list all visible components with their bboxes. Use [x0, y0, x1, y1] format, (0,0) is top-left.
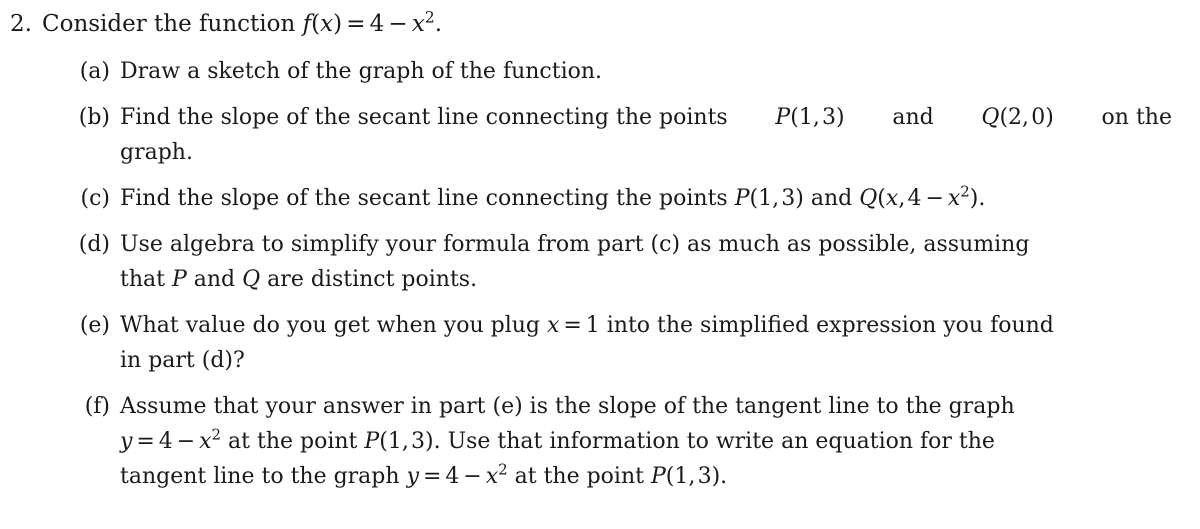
- subpart-c: (c) Find the slope of the secant line co…: [0, 181, 1200, 216]
- subpart-f-text-1: at the point: [221, 429, 365, 454]
- subpart-c-text-3: .: [978, 186, 986, 211]
- problem-stem-math: f(x) = 4− x2: [302, 7, 435, 37]
- subpart-a: (a) Draw a sketch of the graph of the fu…: [0, 54, 1200, 89]
- subpart-a-body: Draw a sketch of the graph of the functi…: [120, 54, 1172, 89]
- subpart-c-text-1: Find the slope of the secant line connec…: [120, 186, 735, 211]
- problem-stem-prefix: Consider the function: [42, 11, 303, 37]
- subpart-d-text-3: are distinct points.: [260, 267, 478, 292]
- subpart-f-text-3: tangent line to the graph: [120, 464, 407, 489]
- subpart-e-text-2: into the simplified expression you found: [599, 313, 1054, 338]
- subpart-f-line-3: tangent line to the graph y = 4− x2 at the …: [120, 459, 1172, 494]
- problem-2: 2. Consider the function f(x) = 4− x2.: [0, 0, 1200, 40]
- subpart-d-text-2: and: [186, 267, 243, 292]
- subpart-c-label: (c): [80, 186, 111, 211]
- subpart-d-text-1: that: [120, 267, 172, 292]
- subpart-c-math-P: P(1,3): [734, 186, 804, 211]
- subpart-b-body: Find the slope of the secant line connec…: [120, 100, 1172, 170]
- subpart-d-math-Q: Q: [242, 267, 261, 292]
- subpart-e-math-x: x = 1: [546, 313, 600, 338]
- subpart-c-text-2: and: [803, 186, 860, 211]
- subpart-e: (e) What value do you get when you plug …: [0, 308, 1200, 378]
- problem-stem-suffix: .: [434, 11, 443, 37]
- subpart-b-math-Q: Q(2,0): [981, 105, 1054, 130]
- subpart-f: (f) Assume that your answer in part (e) …: [0, 389, 1200, 494]
- subpart-a-label: (a): [79, 59, 110, 84]
- subpart-b-text-1: Find the slope of the secant line connec…: [120, 105, 735, 130]
- problem-number: 2.: [10, 11, 32, 37]
- subpart-f-body: Assume that your answer in part (e) is t…: [120, 389, 1172, 494]
- subpart-d-line-2: that P and Q are distinct points.: [120, 262, 1172, 297]
- subpart-list: (a) Draw a sketch of the graph of the fu…: [0, 54, 1200, 494]
- subpart-b-line-1: Find the slope of the secant line connec…: [120, 100, 1172, 135]
- subpart-d-math-P: P: [171, 267, 187, 292]
- subpart-f-label: (f): [84, 394, 110, 419]
- subpart-c-line-1: Find the slope of the secant line connec…: [120, 181, 1172, 216]
- subpart-b-math-P: P(1,3): [775, 105, 845, 130]
- subpart-f-line-2: y = 4− x2 at the point P(1,3). Use that inf…: [120, 424, 1172, 459]
- subpart-e-label: (e): [79, 313, 110, 338]
- subpart-f-math-P-1: P(1,3): [364, 429, 434, 454]
- subpart-f-text-4: at the point: [507, 464, 651, 489]
- document-page: 2. Consider the function f(x) = 4− x2. (a) …: [0, 0, 1200, 529]
- subpart-b: (b) Find the slope of the secant line co…: [0, 100, 1200, 170]
- subpart-f-text-2: . Use that information to write an equat…: [433, 429, 995, 454]
- subpart-f-math-parabola-1: y = 4− x2: [120, 425, 222, 454]
- subpart-c-body: Find the slope of the secant line connec…: [120, 181, 1172, 216]
- subpart-b-line-2: graph.: [120, 140, 193, 165]
- subpart-b-label: (b): [78, 105, 110, 130]
- subpart-b-text-2: and: [885, 105, 941, 130]
- subpart-d-line-1: Use algebra to simplify your formula fro…: [120, 232, 1030, 257]
- subpart-d-body: Use algebra to simplify your formula fro…: [120, 227, 1172, 297]
- subpart-e-text-1: What value do you get when you plug: [120, 313, 547, 338]
- subpart-f-line-1: Assume that your answer in part (e) is t…: [120, 394, 1015, 419]
- subpart-c-math-Q: Q(x,4− x2): [859, 182, 979, 211]
- subpart-e-body: What value do you get when you plug x = 1 …: [120, 308, 1172, 378]
- subpart-a-line-1: Draw a sketch of the graph of the functi…: [120, 59, 603, 84]
- subpart-b-text-3: on the: [1094, 105, 1172, 130]
- subpart-f-math-parabola-2: y = 4− x2: [406, 460, 508, 489]
- subpart-e-line-2: in part (d)?: [120, 348, 245, 373]
- subpart-d-label: (d): [78, 232, 110, 257]
- problem-stem: Consider the function f(x) = 4− x2.: [42, 8, 1200, 40]
- subpart-f-text-5: .: [720, 464, 728, 489]
- subpart-d: (d) Use algebra to simplify your formula…: [0, 227, 1200, 297]
- subpart-f-math-P-2: P(1,3): [650, 464, 721, 489]
- subpart-e-line-1: What value do you get when you plug x = 1 …: [120, 308, 1172, 343]
